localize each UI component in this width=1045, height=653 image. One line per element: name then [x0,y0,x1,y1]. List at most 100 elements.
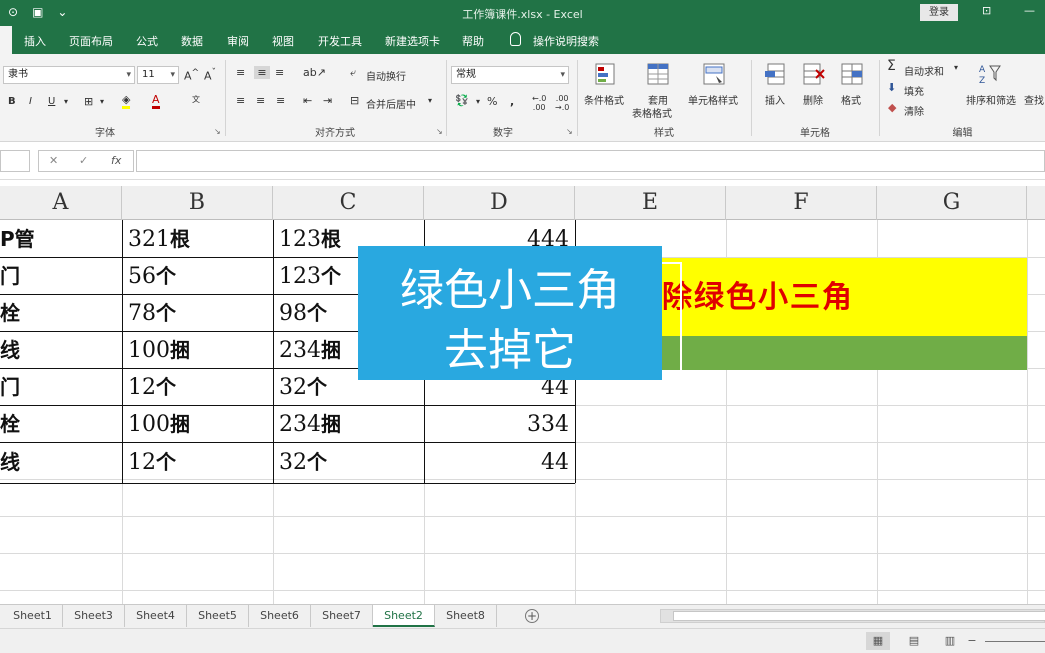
insert-cells-button[interactable]: 插入 [765,92,785,107]
cell-d7[interactable]: 44 [425,444,575,481]
format-cells-button[interactable]: 格式 [841,92,861,107]
fill-color-icon[interactable]: ◈ [122,94,131,109]
increase-decimal-icon[interactable]: ←.0.00 [532,94,546,112]
font-color-icon[interactable]: A [152,94,160,109]
cell-a6[interactable]: 栓 [0,406,122,443]
cell-b3[interactable]: 78个 [123,295,273,332]
file-tab-edge[interactable] [0,26,12,54]
column-header-b[interactable]: B [122,186,273,220]
column-header-e[interactable]: E [575,186,726,220]
cell-a3[interactable]: 栓 [0,295,122,332]
currency-icon[interactable]: 💱 [455,94,469,107]
phonetic-icon[interactable]: 文 [192,94,200,105]
delete-cells-button[interactable]: 删除 [803,92,823,107]
underline-button[interactable]: U [48,96,55,107]
number-dialog-launcher-icon[interactable]: ↘ [566,127,573,136]
minimize-icon[interactable]: — [1024,4,1035,17]
decrease-indent-icon[interactable]: ⇤ [303,94,312,107]
align-middle-icon[interactable]: ≡ [254,66,270,79]
column-header-g[interactable]: G [877,186,1027,220]
chevron-down-icon[interactable]: ▾ [64,97,68,106]
login-button[interactable]: 登录 [920,4,958,21]
sheet-tab-sheet6[interactable]: Sheet6 [249,605,311,627]
font-name-combo[interactable]: 隶书 ▾ [3,66,135,84]
enter-icon[interactable]: ✓ [79,154,88,167]
alignment-dialog-launcher-icon[interactable]: ↘ [436,127,443,136]
borders-icon[interactable]: ⊞ [84,95,93,108]
sheet-tab-sheet2[interactable]: Sheet2 [373,605,435,627]
font-dialog-launcher-icon[interactable]: ↘ [214,127,221,136]
tab-view[interactable]: 视图 [272,33,294,49]
horizontal-scrollbar[interactable] [660,609,1045,623]
increase-indent-icon[interactable]: ⇥ [323,94,332,107]
cell-b2[interactable]: 56个 [123,258,273,295]
cell-a2[interactable]: 门 [0,258,122,295]
normal-view-icon[interactable]: ▦ [866,632,890,650]
cell-c7[interactable]: 32个 [274,444,424,481]
cell-style-button[interactable]: 单元格样式 [688,92,738,107]
zoom-slider[interactable] [985,641,1045,642]
cell-b4[interactable]: 100捆 [123,332,273,369]
cell-b1[interactable]: 321根 [123,221,273,258]
page-layout-view-icon[interactable]: ▤ [902,632,926,650]
fill-button[interactable]: 填充 [904,83,924,98]
formula-input[interactable] [136,150,1045,172]
name-box[interactable] [0,150,30,172]
align-top-icon[interactable]: ≡ [236,66,245,79]
cell-b7[interactable]: 12个 [123,444,273,481]
sheet-tab-sheet7[interactable]: Sheet7 [311,605,373,627]
column-header-d[interactable]: D [424,186,575,220]
sheet-tab-sheet3[interactable]: Sheet3 [63,605,125,627]
cell-a1[interactable]: P管 [0,221,122,258]
clear-button[interactable]: 清除 [904,103,924,118]
cell-d6[interactable]: 334 [425,406,575,443]
chevron-down-icon[interactable]: ▾ [428,96,432,105]
cell-a4[interactable]: 线 [0,332,122,369]
tab-formulas[interactable]: 公式 [136,33,158,49]
add-sheet-icon[interactable]: + [525,609,539,623]
chevron-down-icon[interactable]: ▾ [954,63,958,72]
percent-button[interactable]: % [487,95,497,108]
sheet-tab-sheet1[interactable]: Sheet1 [3,605,63,627]
number-format-combo[interactable]: 常规 ▾ [451,66,569,84]
cell-a7[interactable]: 线 [0,444,122,481]
column-header-f[interactable]: F [726,186,877,220]
sheet-tab-sheet4[interactable]: Sheet4 [125,605,187,627]
cell-b5[interactable]: 12个 [123,369,273,406]
cell-c6[interactable]: 234捆 [274,406,424,443]
bold-button[interactable]: B [8,96,16,107]
column-header-a[interactable]: A [0,186,122,220]
ribbon-display-options-icon[interactable]: ⊡ [982,4,991,17]
zoom-out-icon[interactable]: − [964,632,980,650]
wrap-text-button[interactable]: 自动换行 [366,68,406,83]
align-right-icon[interactable]: ≡ [276,94,285,107]
tell-me-search[interactable]: 操作说明搜索 [533,33,599,49]
decrease-font-icon[interactable]: Aˇ [204,67,216,83]
tab-developer[interactable]: 开发工具 [318,33,362,49]
autosum-button[interactable]: 自动求和 [904,63,944,78]
green-merged-cell[interactable] [660,336,1027,370]
chevron-down-icon[interactable]: ▾ [100,97,104,106]
sheet-tab-sheet8[interactable]: Sheet8 [435,605,497,627]
insert-function-icon[interactable]: fx [111,154,121,167]
cell-a5[interactable]: 门 [0,369,122,406]
align-bottom-icon[interactable]: ≡ [275,66,284,79]
sort-filter-button[interactable]: 排序和筛选 [966,92,1016,107]
font-size-combo[interactable]: 11 ▾ [137,66,179,84]
cancel-icon[interactable]: ✕ [49,154,58,167]
comma-button[interactable]: , [510,95,514,108]
find-select-button[interactable]: 查找 [1024,92,1044,107]
chevron-down-icon[interactable]: ▾ [476,97,480,106]
align-left-icon[interactable]: ≡ [236,94,245,107]
tab-page-layout[interactable]: 页面布局 [69,33,113,49]
sheet-tab-sheet5[interactable]: Sheet5 [187,605,249,627]
tab-insert[interactable]: 插入 [24,33,46,49]
conditional-format-button[interactable]: 条件格式 [584,92,624,107]
tab-review[interactable]: 审阅 [227,33,249,49]
merge-center-button[interactable]: 合并后居中 [366,96,416,111]
italic-button[interactable]: I [29,96,32,107]
orientation-icon[interactable]: ab↗ [303,66,326,79]
column-header-c[interactable]: C [273,186,424,220]
increase-font-icon[interactable]: A^ [184,67,199,83]
align-center-icon[interactable]: ≡ [256,94,265,107]
